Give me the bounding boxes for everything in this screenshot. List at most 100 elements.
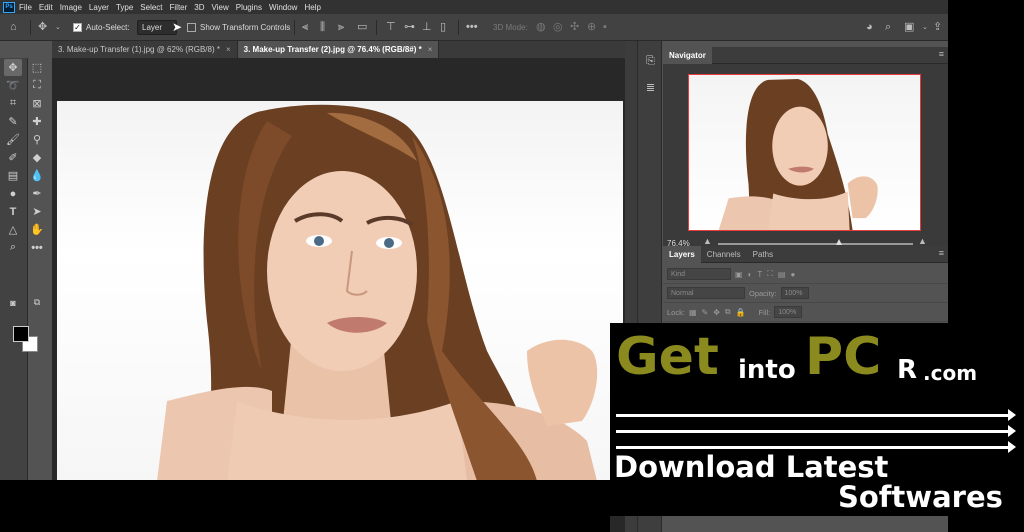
foreground-color-swatch[interactable] bbox=[13, 326, 29, 342]
menu-file[interactable]: File bbox=[19, 3, 32, 12]
home-icon[interactable]: ⌂ bbox=[10, 14, 17, 41]
blend-mode-dropdown[interactable]: Normal bbox=[667, 287, 745, 299]
align-right-icon[interactable]: ⫸ bbox=[338, 14, 344, 41]
shape-tool-icon[interactable]: △ bbox=[4, 221, 22, 238]
document-canvas[interactable] bbox=[52, 58, 625, 532]
navigator-zoom-slider-knob[interactable] bbox=[835, 239, 842, 245]
hand-tool-icon[interactable]: ✋ bbox=[28, 221, 46, 238]
close-icon[interactable]: × bbox=[226, 45, 231, 54]
path-select-icon[interactable]: ➤ bbox=[28, 203, 46, 220]
eraser-icon[interactable]: ◆ bbox=[28, 149, 46, 166]
tab-layers[interactable]: Layers bbox=[663, 245, 701, 263]
3d-roll-icon[interactable]: ◎ bbox=[553, 14, 563, 41]
type-tool-icon[interactable]: T bbox=[4, 203, 22, 220]
adjustment-filter-icon[interactable]: ◐ bbox=[748, 270, 753, 279]
document-tab-2[interactable]: 3. Make-up Transfer (2).jpg @ 76.4% (RGB… bbox=[237, 41, 440, 58]
tab-channels[interactable]: Channels bbox=[701, 246, 747, 263]
screen-mode-icon[interactable]: ⧉ bbox=[28, 294, 46, 311]
pixel-filter-icon[interactable]: ▣ bbox=[735, 270, 743, 279]
lock-artboard-icon[interactable]: ⧉ bbox=[725, 307, 731, 317]
menu-select[interactable]: Select bbox=[140, 3, 162, 12]
frame-tool-icon[interactable]: ⊠ bbox=[28, 95, 46, 112]
menu-3d[interactable]: 3D bbox=[194, 3, 204, 12]
3d-slide-icon[interactable]: ⊕ bbox=[587, 14, 596, 41]
distribute-icon[interactable]: ▭ bbox=[357, 14, 367, 41]
dodge-tool-icon[interactable]: ● bbox=[4, 185, 22, 202]
history-icon[interactable]: ⎘ bbox=[644, 55, 657, 68]
menu-help[interactable]: Help bbox=[304, 3, 320, 12]
healing-brush-icon[interactable]: ✚ bbox=[28, 113, 46, 130]
lock-pixels-icon[interactable]: ▦ bbox=[689, 308, 697, 317]
navigator-thumbnail[interactable] bbox=[688, 74, 921, 231]
more-tools-icon[interactable]: ••• bbox=[28, 239, 46, 256]
mouse-cursor-icon: ➤ bbox=[172, 20, 183, 34]
zoom-out-icon[interactable]: ▲ bbox=[703, 236, 712, 246]
pen-tool-icon[interactable]: ✒ bbox=[28, 185, 46, 202]
menu-edit[interactable]: Edit bbox=[39, 3, 53, 12]
layer-kind-filter[interactable]: Kind bbox=[667, 268, 731, 280]
share-icon[interactable]: ⇪ bbox=[933, 14, 942, 41]
lock-position-icon[interactable]: ✥ bbox=[713, 308, 720, 317]
eyedropper-icon[interactable]: ✎ bbox=[4, 113, 22, 130]
align-left-icon[interactable]: ⫷ bbox=[302, 14, 308, 41]
navigator-tab[interactable]: Navigator bbox=[663, 46, 712, 64]
zoom-in-icon[interactable]: ▲ bbox=[918, 236, 927, 246]
banner-r: R bbox=[897, 355, 918, 385]
blur-tool-icon[interactable]: 💧 bbox=[28, 167, 46, 184]
banner-arrow-2 bbox=[616, 425, 1016, 437]
quick-mask-icon[interactable]: ◙ bbox=[4, 294, 22, 311]
opacity-field[interactable]: 100% bbox=[780, 287, 809, 299]
3d-orbit-icon[interactable]: ◍ bbox=[536, 14, 546, 41]
gradient-tool-icon[interactable]: ▤ bbox=[4, 167, 22, 184]
close-icon[interactable]: × bbox=[428, 45, 433, 54]
lock-paint-icon[interactable]: ✎ bbox=[702, 308, 709, 317]
marquee-tool-icon[interactable]: ⬚ bbox=[28, 59, 46, 76]
align-top-icon[interactable]: ⊤ bbox=[386, 14, 396, 41]
lasso-tool-icon[interactable]: ➰ bbox=[4, 77, 22, 94]
align-bottom-icon[interactable]: ⊥ bbox=[422, 14, 432, 41]
more-options-icon[interactable]: ••• bbox=[466, 14, 478, 41]
menu-type[interactable]: Type bbox=[116, 3, 133, 12]
panel-menu-icon[interactable]: ≡ bbox=[939, 49, 944, 59]
search-icon[interactable]: ⌕ bbox=[885, 14, 891, 41]
menu-layer[interactable]: Layer bbox=[89, 3, 109, 12]
3d-scale-icon[interactable]: ▪ bbox=[603, 14, 607, 41]
menu-filter[interactable]: Filter bbox=[170, 3, 188, 12]
history-brush-icon[interactable]: ✐ bbox=[4, 149, 22, 166]
transform-controls-label: Show Transform Controls bbox=[200, 23, 291, 32]
shape-filter-icon[interactable]: ⛶ bbox=[767, 269, 773, 279]
align-middle-icon[interactable]: ⊶ bbox=[404, 14, 415, 41]
auto-select-checkbox[interactable]: ✓ bbox=[73, 23, 82, 32]
chevron-down-icon[interactable]: ⌄ bbox=[55, 14, 61, 41]
workspace-icon[interactable]: ▣ bbox=[904, 14, 914, 41]
brush-tool-icon[interactable]: 🖌 bbox=[4, 131, 22, 148]
document-tab-1-label: 3. Make-up Transfer (1).jpg @ 62% (RGB/8… bbox=[58, 45, 220, 54]
clone-stamp-icon[interactable]: ⚲ bbox=[28, 131, 46, 148]
move-tool-icon[interactable]: ✥ bbox=[38, 14, 47, 41]
menu-image[interactable]: Image bbox=[60, 3, 82, 12]
transform-controls-checkbox[interactable] bbox=[187, 23, 196, 32]
workspace-chevron-icon[interactable]: ⌄ bbox=[922, 14, 928, 41]
type-filter-icon[interactable]: T bbox=[757, 270, 762, 279]
auto-select-dropdown[interactable]: Layer bbox=[137, 20, 177, 35]
object-select-icon[interactable]: ⛶ bbox=[28, 77, 46, 94]
adjustments-icon[interactable]: ≣ bbox=[644, 81, 657, 94]
3d-pan-icon[interactable]: ✣ bbox=[570, 14, 579, 41]
distribute-vertical-icon[interactable]: ▯ bbox=[440, 14, 446, 41]
menu-view[interactable]: View bbox=[212, 3, 229, 12]
menu-window[interactable]: Window bbox=[269, 3, 297, 12]
panel-menu-icon[interactable]: ≡ bbox=[939, 248, 944, 258]
menu-plugins[interactable]: Plugins bbox=[236, 3, 262, 12]
filter-toggle-icon[interactable]: ● bbox=[790, 270, 795, 279]
document-tab-1[interactable]: 3. Make-up Transfer (1).jpg @ 62% (RGB/8… bbox=[52, 41, 238, 58]
tab-paths[interactable]: Paths bbox=[747, 246, 779, 263]
smart-object-filter-icon[interactable]: ▤ bbox=[778, 270, 786, 279]
move-tool-icon[interactable]: ✥ bbox=[4, 59, 22, 76]
account-icon[interactable]: ◕ bbox=[866, 14, 873, 41]
crop-tool-icon[interactable]: ⌗ bbox=[4, 95, 22, 112]
align-center-icon[interactable]: ⫼ bbox=[320, 14, 325, 41]
fill-value: 100% bbox=[778, 308, 797, 316]
fill-field[interactable]: 100% bbox=[774, 306, 803, 318]
lock-all-icon[interactable]: 🔒 bbox=[736, 308, 746, 317]
zoom-tool-icon[interactable]: ⌕ bbox=[4, 239, 22, 256]
